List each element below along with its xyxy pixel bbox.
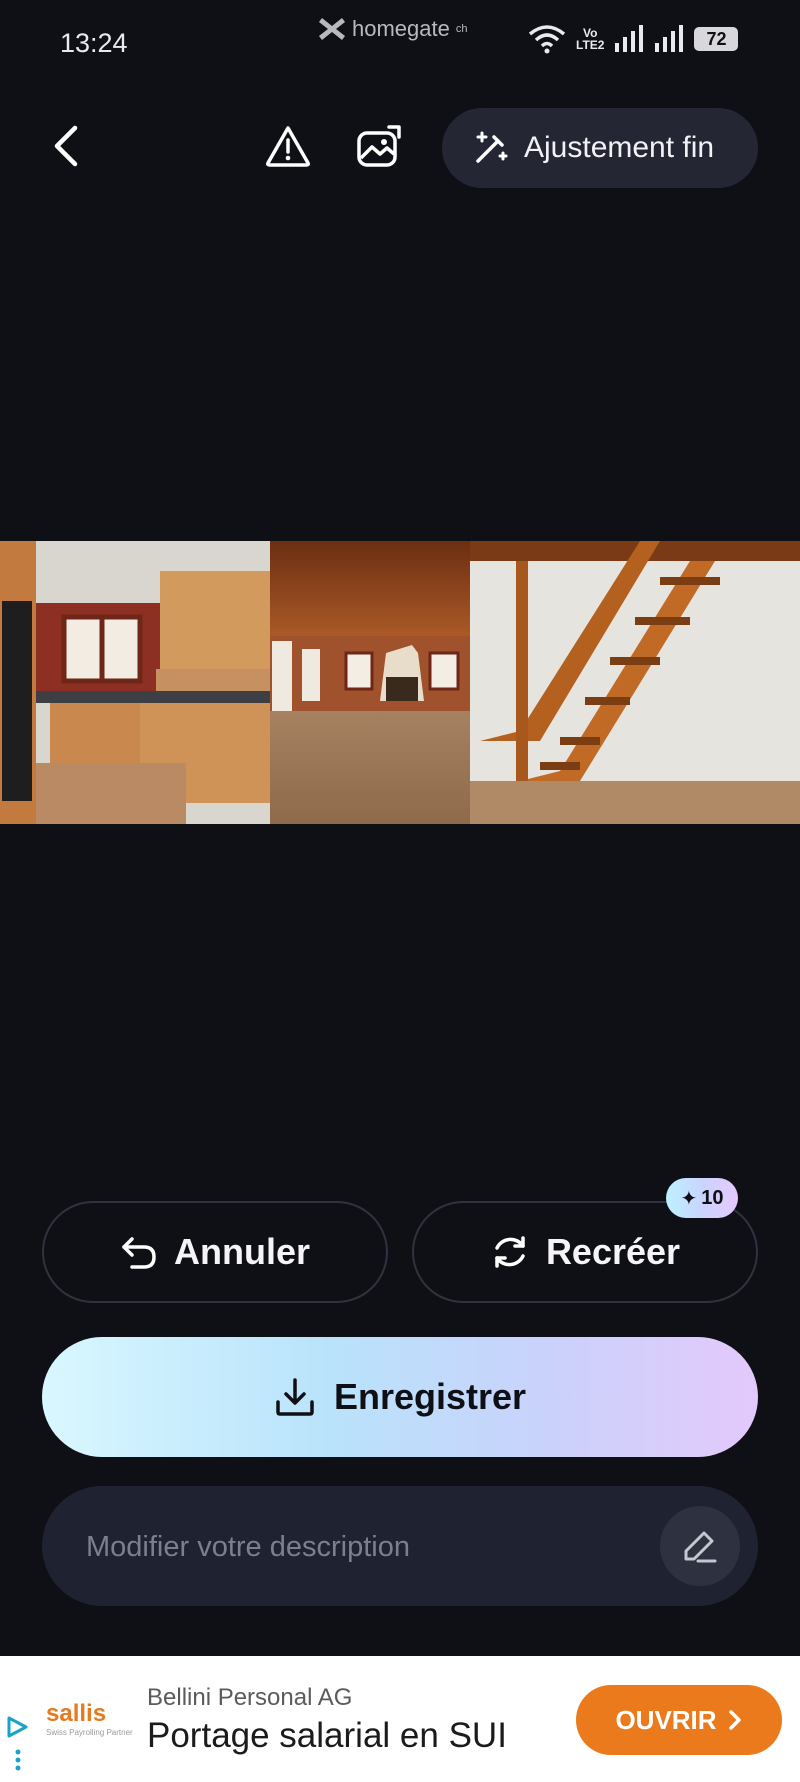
ad-title: Portage salarial en SUI (147, 1716, 507, 1755)
download-icon (276, 1378, 314, 1416)
edit-description-button[interactable] (660, 1506, 740, 1586)
description-field-container (42, 1486, 758, 1606)
adchoices-icon[interactable] (6, 1714, 30, 1774)
wifi-icon (528, 25, 566, 54)
ad-open-label: OUVRIR (615, 1704, 717, 1735)
homegate-logo-icon (319, 18, 345, 40)
fine-tune-label: Ajustement fin (524, 131, 715, 164)
generated-room-image (0, 541, 800, 824)
room-panorama-image (0, 541, 800, 824)
save-label: Enregistrer (333, 1376, 527, 1417)
volte-indicator: Vo LTE2 (576, 27, 604, 51)
credits-badge: ✦ 10 (666, 1178, 738, 1218)
notification-homegate: homegate ch (318, 16, 467, 42)
chevron-left-icon (54, 125, 78, 167)
ad-open-button[interactable]: OUVRIR (576, 1685, 782, 1755)
description-input[interactable] (84, 1522, 628, 1572)
undo-icon (122, 1237, 156, 1269)
signal-2-icon (655, 25, 684, 52)
ad-brand-logo: sallis Swiss Payrolling Partner (46, 1700, 138, 1737)
ad-brand-tagline: Swiss Payrolling Partner (46, 1728, 133, 1737)
status-time: 13:24 (60, 28, 128, 58)
warning-triangle-icon (266, 126, 310, 167)
gallery-button[interactable] (352, 120, 406, 172)
undo-button[interactable]: Annuler (42, 1201, 388, 1303)
report-button[interactable] (262, 120, 314, 172)
credits-count: 10 (701, 1186, 724, 1209)
back-button[interactable] (40, 118, 92, 174)
ad-company: Bellini Personal AG (147, 1684, 353, 1711)
signal-icon (615, 25, 644, 52)
magic-wand-icon (476, 131, 508, 163)
notification-app-suffix: ch (455, 23, 468, 35)
undo-label: Annuler (173, 1231, 310, 1272)
fine-tune-button[interactable]: Ajustement fin (442, 108, 758, 188)
status-icons: Vo LTE2 72 (528, 24, 739, 54)
save-button[interactable]: Enregistrer (42, 1337, 758, 1457)
image-stack-icon (357, 125, 401, 167)
battery-icon: 72 (694, 27, 739, 51)
regenerate-label: Recréer (545, 1231, 681, 1272)
ad-brand-name: sallis (46, 1700, 107, 1727)
network-label-bottom: LTE2 (576, 38, 605, 52)
sparkle-icon: ✦ (680, 1187, 698, 1210)
refresh-icon (495, 1236, 525, 1268)
chevron-right-icon (728, 1710, 741, 1730)
notification-app-name: homegate (352, 16, 450, 41)
pencil-icon (684, 1531, 717, 1563)
